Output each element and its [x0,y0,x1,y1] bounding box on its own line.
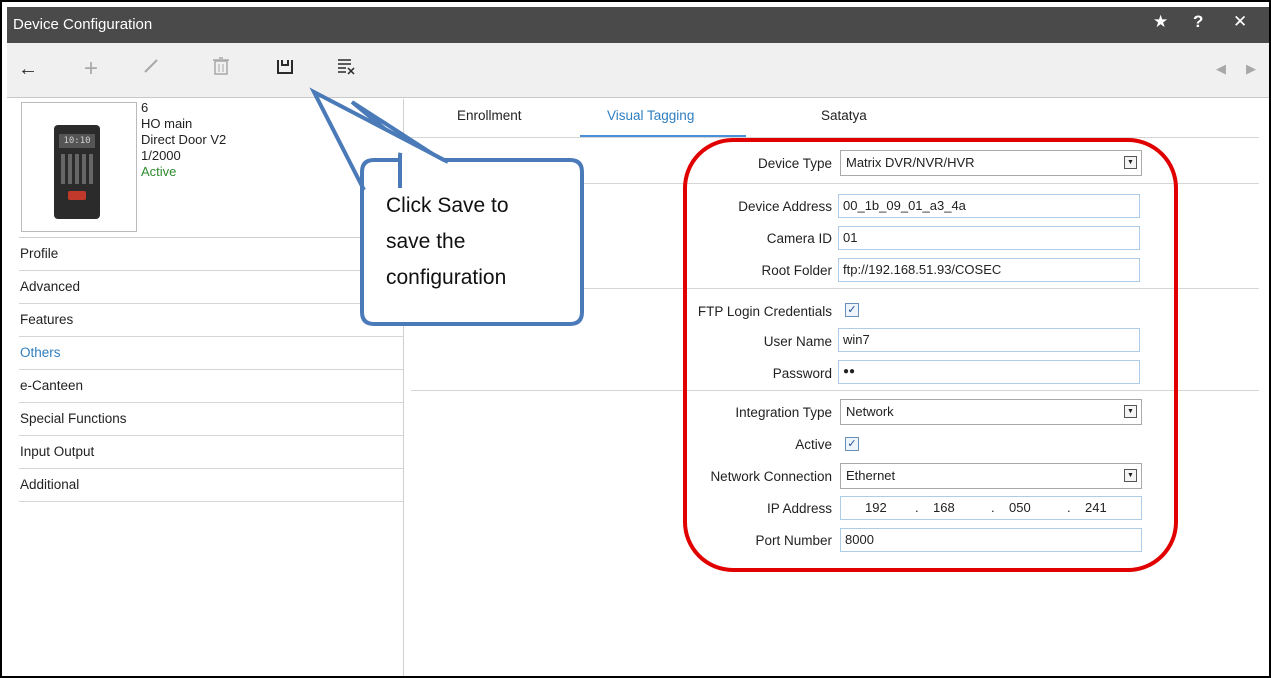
network-connection-label: Network Connection [710,469,832,484]
device-card: 10:10 6 HO main Direct Door V2 1/2000 Ac… [19,99,403,238]
save-icon[interactable] [271,55,299,83]
password-field[interactable]: ●● [838,360,1140,384]
ip-address-field[interactable]: 192 . 168 . 050 . 241 [840,496,1142,520]
device-configuration-window: Device Configuration ★ ? ✕ ← + ◀ ▶ 10:10 [0,0,1271,678]
callout-text: Click Save to save the configuration [386,194,509,289]
ftp-login-credentials-label: FTP Login Credentials [697,304,832,319]
device-address-field[interactable]: 00_1b_09_01_a3_4a [838,194,1140,218]
device-image: 10:10 [21,102,137,232]
ip-octet-1[interactable]: 192 [865,500,887,515]
ip-dot: . [1067,500,1071,515]
port-number-field[interactable]: 8000 [840,528,1142,552]
ip-octet-2[interactable]: 168 [933,500,955,515]
user-name-field[interactable]: win7 [838,328,1140,352]
tab-visual-tagging[interactable]: Visual Tagging [607,108,694,123]
active-checkbox[interactable]: ✓ [845,437,859,451]
network-connection-select[interactable]: Ethernet ▼ [840,463,1142,489]
chevron-down-icon: ▼ [1124,405,1137,418]
ip-dot: . [991,500,995,515]
ip-address-label: IP Address [766,501,832,516]
ip-octet-4[interactable]: 241 [1085,500,1107,515]
ip-dot: . [915,500,919,515]
favorite-star-icon[interactable]: ★ [1153,12,1168,32]
password-label: Password [772,366,832,381]
device-number: 1/2000 [141,148,181,163]
edit-pencil-icon[interactable] [137,55,165,83]
divider [411,183,1259,184]
root-folder-label: Root Folder [761,263,832,278]
port-number-label: Port Number [755,533,832,548]
device-info: 6 HO main Direct Door V2 1/2000 Active [141,100,226,180]
close-button[interactable]: ✕ [1233,12,1247,32]
active-label: Active [795,437,832,452]
sidebar-item-additional[interactable]: Additional [19,469,403,502]
clear-list-icon[interactable] [333,55,361,83]
camera-id-label: Camera ID [766,231,832,246]
integration-type-select[interactable]: Network ▼ [840,399,1142,425]
sidebar-item-advanced[interactable]: Advanced [19,271,403,304]
divider [411,390,1259,391]
integration-type-label: Integration Type [735,405,832,420]
left-panel: 10:10 6 HO main Direct Door V2 1/2000 Ac… [19,99,404,676]
device-type-select[interactable]: Matrix DVR/NVR/HVR ▼ [840,150,1142,176]
active-tab-indicator [580,135,746,137]
tab-enrollment[interactable]: Enrollment [457,108,522,123]
tab-bar: Enrollment Visual Tagging Satatya [411,99,1259,138]
ip-octet-3[interactable]: 050 [1009,500,1031,515]
sidebar-item-profile[interactable]: Profile [19,238,403,271]
sidebar-item-special-functions[interactable]: Special Functions [19,403,403,436]
sidebar-item-e-canteen[interactable]: e-Canteen [19,370,403,403]
ftp-login-credentials-checkbox[interactable]: ✓ [845,303,859,317]
sidebar-item-features[interactable]: Features [19,304,403,337]
root-folder-field[interactable]: ftp://192.168.51.93/COSEC [838,258,1140,282]
tab-satatya[interactable]: Satatya [821,108,867,123]
device-name: HO main [141,116,193,131]
previous-arrow-icon[interactable]: ◀ [1207,55,1235,83]
user-name-label: User Name [763,334,832,349]
sidebar-item-input-output[interactable]: Input Output [19,436,403,469]
device-model: Direct Door V2 [141,132,227,147]
toolbar: ← + ◀ ▶ [7,43,1269,98]
delete-trash-icon[interactable] [207,55,235,83]
window-title: Device Configuration [13,16,153,33]
chevron-down-icon: ▼ [1124,469,1137,482]
back-arrow-icon[interactable]: ← [14,55,42,83]
sidebar-menu: Profile Advanced Features Others e-Cante… [19,238,403,502]
camera-id-field[interactable]: 01 [838,226,1140,250]
device-status: Active [141,164,177,179]
add-icon[interactable]: + [77,55,105,83]
title-bar: Device Configuration ★ ? ✕ [7,7,1269,43]
device-id: 6 [141,100,149,115]
help-button[interactable]: ? [1193,12,1203,32]
sidebar-item-others[interactable]: Others [19,337,403,370]
chevron-down-icon: ▼ [1124,156,1137,169]
device-address-label: Device Address [738,199,832,214]
device-type-label: Device Type [757,156,832,171]
next-arrow-icon[interactable]: ▶ [1237,55,1265,83]
